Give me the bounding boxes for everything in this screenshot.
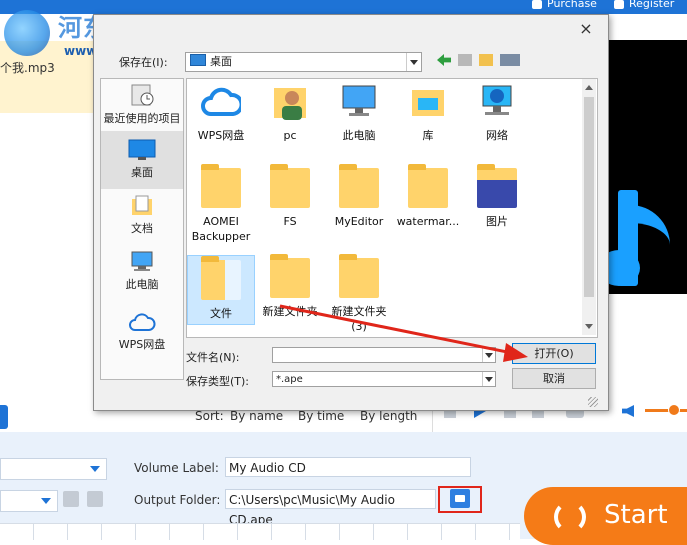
item-new-folder[interactable]: 新建文件夹 xyxy=(255,254,325,319)
place-wps-cloud[interactable]: WPS网盘 xyxy=(101,311,183,351)
place-this-pc[interactable]: 此电脑 xyxy=(101,251,183,291)
look-in-label: 保存在(I): xyxy=(119,56,168,69)
new-folder-icon[interactable] xyxy=(479,54,493,66)
item-files-folder[interactable]: 文件 xyxy=(187,255,255,325)
output-folder-caption: Output Folder: xyxy=(134,493,221,507)
folder-icon xyxy=(339,254,379,298)
scroll-down-icon xyxy=(585,324,593,329)
view-menu-icon[interactable] xyxy=(500,54,520,66)
item-pictures-folder[interactable]: 图片 xyxy=(462,164,532,229)
item-aomei-folder[interactable]: AOMEI Backupper xyxy=(186,164,256,244)
chevron-down-icon xyxy=(41,498,51,504)
folder-icon xyxy=(270,254,310,298)
folder-icon xyxy=(201,164,241,208)
place-recent[interactable]: 最近使用的项目 xyxy=(101,83,183,127)
volume-knob[interactable] xyxy=(668,404,680,416)
move-up-button[interactable] xyxy=(63,491,79,507)
browse-folder-button[interactable] xyxy=(450,489,470,508)
item-library[interactable]: 库 xyxy=(393,82,463,143)
file-name-label: 文件名(N): xyxy=(186,351,240,364)
place-desktop[interactable]: 桌面 xyxy=(101,131,183,189)
music-folder-icon xyxy=(201,256,241,300)
file-name-input[interactable] xyxy=(272,347,496,363)
start-button[interactable]: Start xyxy=(524,487,687,545)
sort-by-name[interactable]: By name xyxy=(230,409,283,423)
item-new-folder-3[interactable]: 新建文件夹 (3) xyxy=(324,254,394,334)
file-type-label: 保存类型(T): xyxy=(186,375,250,388)
cloud-icon xyxy=(129,313,156,331)
library-icon xyxy=(412,90,444,116)
resize-grip[interactable] xyxy=(588,397,598,407)
recent-icon xyxy=(131,84,154,106)
user-icon xyxy=(274,88,306,120)
network-icon xyxy=(482,85,512,115)
sort-by-length[interactable]: By length xyxy=(360,409,417,423)
volume-label-input[interactable]: My Audio CD xyxy=(225,457,471,477)
cancel-button[interactable]: 取消 xyxy=(512,368,596,389)
computer-icon xyxy=(131,251,153,271)
scroll-up-icon xyxy=(585,85,593,90)
volume-slider[interactable] xyxy=(645,409,687,412)
computer-icon xyxy=(342,85,376,116)
lock-icon xyxy=(614,0,624,9)
folder-icon xyxy=(408,164,448,208)
register-link[interactable]: Register xyxy=(614,0,674,10)
folder-icon xyxy=(270,164,310,208)
track-grid xyxy=(0,523,520,540)
item-fs-folder[interactable]: FS xyxy=(255,164,325,229)
up-folder-icon[interactable] xyxy=(458,54,472,66)
side-tab-button[interactable] xyxy=(0,405,8,429)
move-down-button[interactable] xyxy=(87,491,103,507)
look-in-select[interactable]: 桌面 xyxy=(185,52,422,72)
places-bar: 最近使用的项目 桌面 文档 此电脑 WPS网盘 xyxy=(100,78,184,380)
pictures-folder-icon xyxy=(477,164,517,208)
chevron-down-icon xyxy=(482,372,495,386)
cloud-icon xyxy=(201,87,241,116)
folder-icon xyxy=(339,164,379,208)
watermark-logo xyxy=(4,10,50,56)
desktop-icon xyxy=(128,139,156,160)
refresh-icon xyxy=(554,501,586,533)
sort-label: Sort: xyxy=(195,409,224,423)
item-watermark-folder[interactable]: watermar... xyxy=(393,164,463,229)
format-select[interactable] xyxy=(0,458,107,480)
documents-icon xyxy=(132,195,152,215)
chevron-down-icon xyxy=(90,466,100,472)
quality-select[interactable] xyxy=(0,490,58,512)
volume-label-caption: Volume Label: xyxy=(134,461,219,475)
scroll-thumb[interactable] xyxy=(584,97,594,297)
item-pc-user[interactable]: pc xyxy=(255,82,325,143)
sort-by-time[interactable]: By time xyxy=(298,409,344,423)
purchase-link[interactable]: Purchase xyxy=(532,0,597,10)
output-folder-input[interactable]: C:\Users\pc\Music\My Audio CD.ape xyxy=(225,489,436,527)
open-button[interactable]: 打开(O) xyxy=(512,343,596,364)
item-wps-cloud[interactable]: WPS网盘 xyxy=(186,82,256,143)
item-this-pc[interactable]: 此电脑 xyxy=(324,82,394,143)
scrollbar[interactable] xyxy=(582,79,596,335)
cart-icon xyxy=(532,0,542,9)
item-myeditor-folder[interactable]: MyEditor xyxy=(324,164,394,229)
place-documents[interactable]: 文档 xyxy=(101,195,183,235)
item-network[interactable]: 网络 xyxy=(462,82,532,143)
desktop-icon xyxy=(190,54,206,66)
close-icon[interactable]: × xyxy=(579,21,593,37)
file-type-select[interactable]: *.ape xyxy=(272,371,496,387)
chevron-down-icon xyxy=(482,348,495,362)
chevron-down-icon xyxy=(406,53,421,71)
